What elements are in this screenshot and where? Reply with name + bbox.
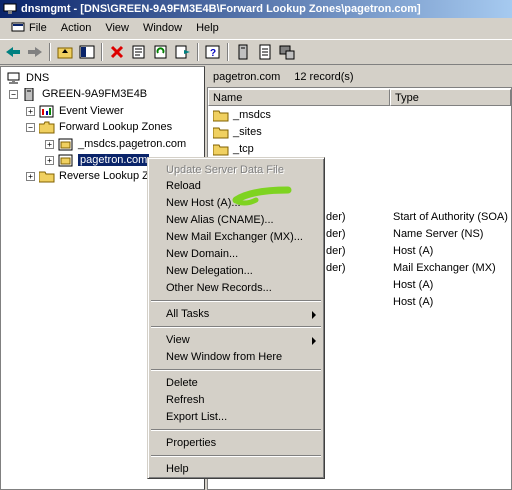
submenu-arrow-icon [312,337,316,345]
record-type: Host (A) [393,296,434,308]
column-header-name[interactable]: Name [208,89,390,106]
record-count: 12 record(s) [294,70,354,83]
toolbar-separator [101,43,103,61]
expand-icon[interactable]: + [45,155,54,165]
svg-text:?: ? [210,48,216,59]
list-item-msdcs[interactable]: _msdcs [212,107,271,123]
record-type: Host (A) [393,245,434,257]
record-name: der) [326,228,346,240]
folder-icon [212,126,229,139]
menu-new-alias[interactable]: New Alias (CNAME)... [166,214,274,226]
computer-button[interactable] [276,41,298,63]
zone-name-label: pagetron.com [213,70,281,83]
collapse-icon[interactable]: − [26,122,35,132]
menu-new-domain[interactable]: New Domain... [166,248,238,260]
server-icon-button[interactable] [232,41,254,63]
document-button[interactable] [254,41,276,63]
expand-icon[interactable]: + [45,139,54,149]
forward-button[interactable] [24,41,46,63]
column-header-type[interactable]: Type [390,89,511,106]
record-name: der) [326,262,346,274]
collapse-icon[interactable]: − [9,89,18,99]
menu-properties[interactable]: Properties [166,437,216,449]
menu-new-delegation[interactable]: New Delegation... [166,265,253,277]
menu-view[interactable]: View [166,334,190,346]
menu-refresh[interactable]: Refresh [166,394,205,406]
menu-update-server-data-file: Update Server Data File [166,164,284,176]
record-type: Name Server (NS) [393,228,484,240]
expand-icon[interactable]: + [26,106,35,116]
console-icon [11,22,25,34]
back-button[interactable] [2,41,24,63]
menu-delete[interactable]: Delete [166,377,198,389]
toolbar-separator [197,43,199,61]
folder-icon [212,143,229,156]
event-viewer-icon [39,105,55,118]
menu-separator [151,300,321,302]
details-header: pagetron.com 12 record(s) [207,66,512,88]
menu-new-mail-exchanger[interactable]: New Mail Exchanger (MX)... [166,231,303,243]
menu-new-window-from-here[interactable]: New Window from Here [166,351,282,363]
dns-app-icon [3,3,17,15]
zone-icon [58,154,74,167]
server-icon [22,87,38,101]
folder-icon [38,170,55,183]
menu-bar: File Action View Window Help [0,18,512,38]
toolbar: ? [0,39,512,65]
tree-node-server[interactable]: − GREEN-9A9FM3E4B [9,86,147,102]
menu-reload[interactable]: Reload [166,180,201,192]
list-item-sites[interactable]: _sites [212,124,262,140]
tree-node-reverse-zones[interactable]: + Reverse Lookup Zo [26,168,155,184]
properties-button[interactable] [128,41,150,63]
tree-node-dns[interactable]: DNS [6,70,49,86]
menu-help[interactable]: Help [189,20,226,36]
tree-node-msdcs-zone[interactable]: + _msdcs.pagetron.com [45,136,186,152]
up-folder-button[interactable] [54,41,76,63]
expand-icon[interactable]: + [26,171,35,181]
zone-icon [58,138,74,151]
show-tree-button[interactable] [76,41,98,63]
refresh-button[interactable] [150,41,172,63]
menu-window[interactable]: Window [136,20,189,36]
menu-separator [151,369,321,371]
menu-separator [151,326,321,328]
record-type: Host (A) [393,279,434,291]
title-bar: dnsmgmt - [DNS\GREEN-9A9FM3E4B\Forward L… [0,0,512,18]
menu-all-tasks[interactable]: All Tasks [166,308,209,320]
help-button[interactable]: ? [202,41,224,63]
menu-export-list[interactable]: Export List... [166,411,227,423]
menu-action[interactable]: Action [54,20,99,36]
folder-icon [212,109,229,122]
record-type: Mail Exchanger (MX) [393,262,496,274]
menu-help[interactable]: Help [166,463,189,475]
record-name: der) [326,245,346,257]
submenu-arrow-icon [312,311,316,319]
tree-node-pagetron-zone[interactable]: + pagetron.com [45,152,150,168]
dns-icon [6,72,22,85]
tree-node-event-viewer[interactable]: + Event Viewer [26,103,124,119]
menu-separator [151,455,321,457]
export-list-button[interactable] [172,41,194,63]
delete-button[interactable] [106,41,128,63]
menu-view[interactable]: View [98,20,136,36]
list-item-tcp[interactable]: _tcp [212,141,254,157]
menu-separator [151,429,321,431]
folder-open-icon [38,121,55,134]
toolbar-separator [49,43,51,61]
toolbar-separator [227,43,229,61]
green-highlight-annotation [232,186,292,206]
menu-other-new-records[interactable]: Other New Records... [166,282,272,294]
selected-zone-label: pagetron.com [78,154,150,166]
tree-node-forward-zones[interactable]: − Forward Lookup Zones [26,119,172,135]
record-type: Start of Authority (SOA) [393,211,508,223]
window-title: dnsmgmt - [DNS\GREEN-9A9FM3E4B\Forward L… [21,3,421,15]
menu-file[interactable]: File [4,20,54,36]
record-name: der) [326,211,346,223]
